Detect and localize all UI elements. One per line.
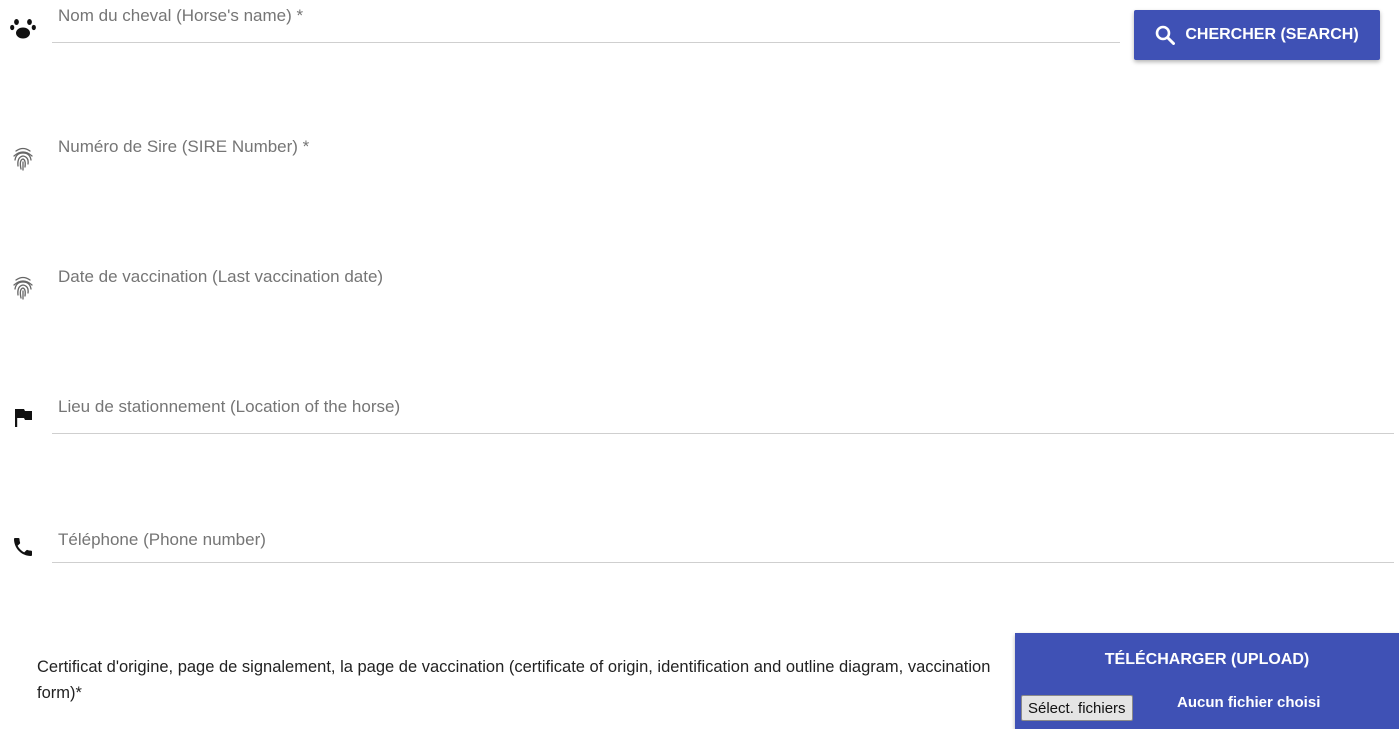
search-button-label: CHERCHER (SEARCH) [1185,26,1359,43]
certificate-description: Certificat d'origine, page de signalemen… [37,658,991,702]
paw-icon [8,13,38,43]
select-files-button[interactable]: Sélect. fichiers [1021,695,1133,721]
search-icon [1155,25,1176,45]
sire-number-input[interactable] [58,150,1358,174]
horse-name-underline [52,42,1120,43]
flag-icon [8,402,38,432]
fingerprint-icon [8,144,38,174]
upload-panel: TÉLÉCHARGER (UPLOAD) Sélect. fichiers Au… [1015,633,1399,729]
phone-underline [52,562,1394,563]
upload-title: TÉLÉCHARGER (UPLOAD) [1104,651,1310,668]
location-input[interactable] [58,408,1378,432]
search-button[interactable]: CHERCHER (SEARCH) [1134,10,1380,60]
fingerprint-icon [8,273,38,303]
file-status: Aucun fichier choisi [1177,694,1321,711]
phone-icon [8,532,38,562]
vaccination-date-input[interactable] [58,280,1358,304]
horse-name-input[interactable] [58,14,1118,38]
phone-input[interactable] [58,537,1378,561]
location-underline [52,433,1394,434]
